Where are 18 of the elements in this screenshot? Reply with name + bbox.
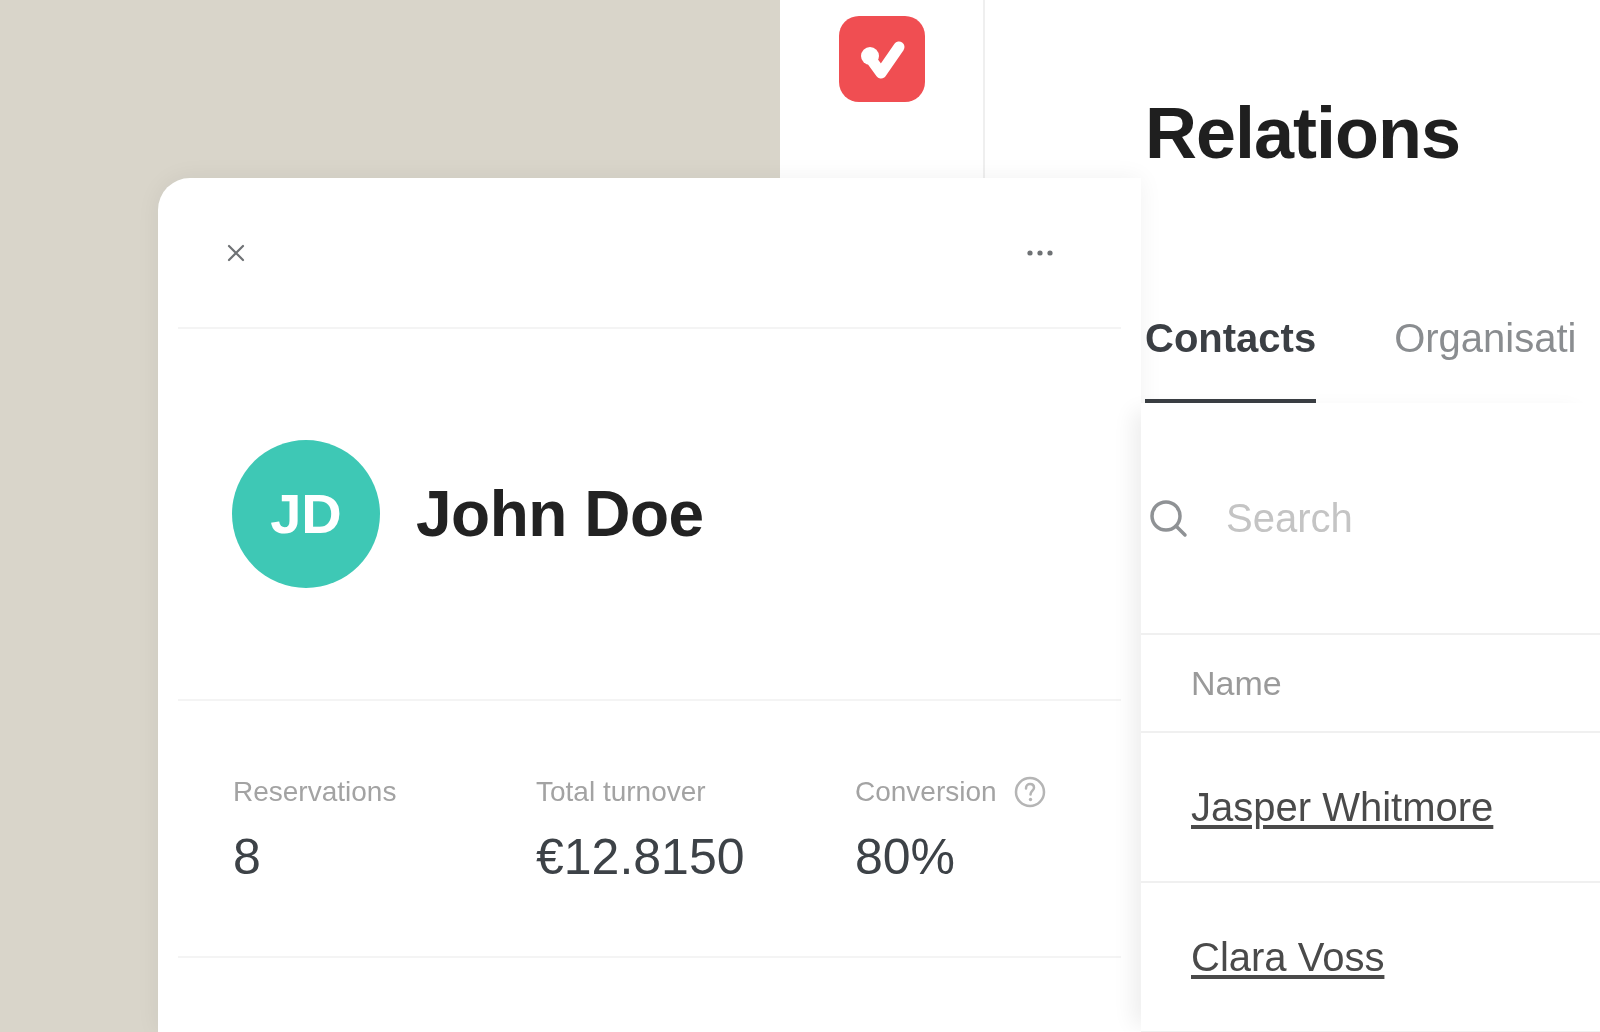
contact-link[interactable]: Clara Voss — [1191, 937, 1385, 977]
close-icon — [226, 242, 246, 263]
stat-value: 80% — [855, 831, 957, 882]
more-icon — [1027, 249, 1053, 256]
search-icon — [1148, 498, 1188, 538]
column-header: Name — [1191, 666, 1282, 700]
stat-value: €12.8150 — [536, 831, 746, 882]
stat-label: Reservations — [233, 777, 397, 806]
page-title: Relations — [1145, 97, 1462, 169]
checkmark-logo-icon[interactable] — [838, 16, 925, 102]
stat-value: 8 — [233, 831, 262, 882]
contact-name: John Doe — [416, 482, 704, 546]
stat-label: Total turnover — [536, 777, 706, 806]
contact-link[interactable]: Jasper Whitmore — [1191, 787, 1494, 827]
more-button[interactable] — [1025, 247, 1055, 258]
avatar: JD — [232, 440, 380, 588]
search-input[interactable]: Search — [1226, 495, 1526, 541]
stat-label: Conversion — [855, 777, 997, 806]
